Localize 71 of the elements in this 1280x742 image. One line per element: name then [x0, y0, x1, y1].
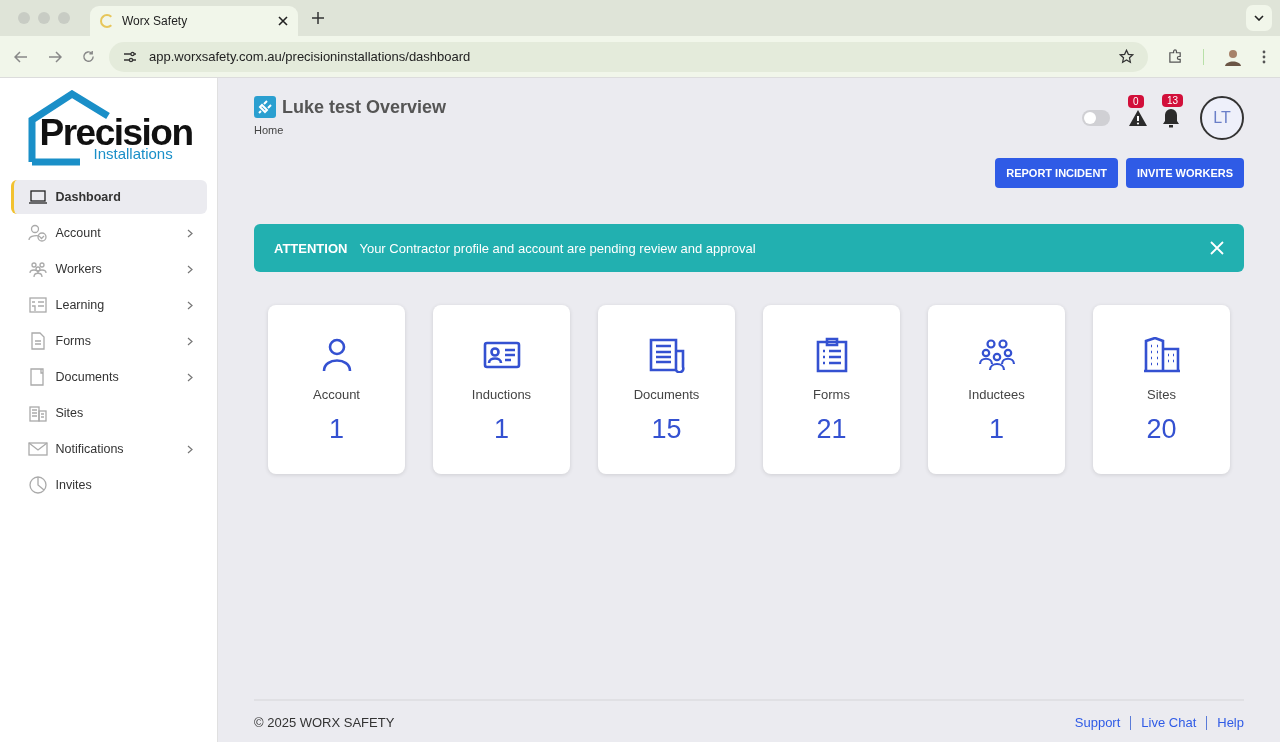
sidebar-item[interactable]: Dashboard [10, 180, 207, 214]
stat-value: 21 [816, 414, 847, 445]
stat-card[interactable]: Account 1 [268, 305, 405, 474]
browser-tab[interactable]: Worx Safety [90, 6, 298, 36]
stat-value: 1 [989, 414, 1004, 445]
toggle-switch[interactable] [1082, 110, 1110, 126]
dropdown-button[interactable] [1246, 5, 1272, 31]
close-icon[interactable] [278, 16, 288, 26]
pie-chart-icon [27, 476, 48, 494]
loading-icon [100, 14, 114, 28]
sidebar-item[interactable]: Notifications [10, 432, 207, 466]
stat-label: Documents [633, 387, 700, 402]
sidebar-item[interactable]: Invites [10, 468, 207, 502]
user-check-icon [27, 224, 48, 242]
stat-label: Forms [813, 387, 850, 402]
copyright-text: © 2025 WORX SAFETY [254, 715, 395, 730]
stat-card[interactable]: Sites 20 [1093, 305, 1230, 474]
tab-title: Worx Safety [122, 14, 189, 28]
page-title: Luke test Overview [282, 96, 447, 118]
alert-count-badge: 0 [1128, 95, 1144, 108]
stat-label: Sites [1147, 387, 1176, 402]
breadcrumb-link[interactable]: Home [254, 124, 284, 136]
people-icon [27, 260, 48, 278]
stat-card[interactable]: Inductions 1 [433, 305, 570, 474]
company-logo: Precision Installations [27, 90, 190, 166]
stat-label: Inductees [968, 387, 1025, 402]
group-icon [977, 337, 1016, 373]
stat-value: 15 [651, 414, 682, 445]
footer-link[interactable]: Live Chat [1141, 715, 1197, 730]
board-icon [27, 296, 48, 314]
bell-icon[interactable] [1162, 108, 1180, 128]
stat-card[interactable]: Forms 21 [763, 305, 900, 474]
profile-avatar-icon[interactable] [1224, 47, 1242, 66]
envelope-icon [27, 440, 48, 458]
reload-icon[interactable] [82, 50, 95, 63]
more-icon[interactable] [1262, 49, 1266, 64]
report-incident-button[interactable]: REPORT INCIDENT [995, 158, 1119, 188]
puzzle-icon[interactable] [1168, 49, 1183, 64]
footer-link[interactable]: Help [1217, 715, 1244, 730]
sidebar-item[interactable]: Workers [10, 252, 207, 286]
footer-link[interactable]: Support [1074, 715, 1121, 730]
star-icon[interactable] [1119, 49, 1134, 64]
sidebar-item[interactable]: Forms [10, 324, 207, 358]
stat-card[interactable]: Documents 15 [598, 305, 735, 474]
url-text: app.worxsafety.com.au/precisioninstallations/dashboard [149, 49, 471, 64]
invite-workers-button[interactable]: INVITE WORKERS [1126, 158, 1244, 188]
site-settings-icon[interactable] [123, 50, 137, 63]
newspaper-icon [647, 337, 686, 373]
stat-value: 20 [1146, 414, 1177, 445]
forward-icon[interactable] [48, 50, 62, 63]
back-icon[interactable] [14, 50, 28, 63]
sidebar-item[interactable]: Sites [10, 396, 207, 430]
plus-icon[interactable] [312, 12, 324, 24]
stat-label: Account [313, 387, 360, 402]
address-bar[interactable]: app.worxsafety.com.au/precisioninstallations/dashboard [109, 41, 1148, 72]
stat-card[interactable]: Inductees 1 [928, 305, 1065, 474]
caret-icon [1254, 15, 1264, 21]
stat-value: 1 [329, 414, 344, 445]
building-icon [27, 404, 48, 422]
building-icon [1142, 337, 1181, 373]
sidebar-item[interactable]: Documents [10, 360, 207, 394]
stat-value: 1 [494, 414, 509, 445]
alert-label: ATTENTION [274, 240, 348, 256]
laptop-icon [27, 188, 48, 206]
warning-icon[interactable] [1128, 109, 1148, 127]
sidebar-item[interactable]: Account [10, 216, 207, 250]
plug-icon [254, 96, 276, 118]
sidebar-item[interactable]: Learning [10, 288, 207, 322]
notification-count-badge: 13 [1162, 94, 1184, 107]
alert-message: Your Contractor profile and account are pending review and approval [359, 240, 756, 256]
stat-label: Inductions [471, 387, 532, 402]
